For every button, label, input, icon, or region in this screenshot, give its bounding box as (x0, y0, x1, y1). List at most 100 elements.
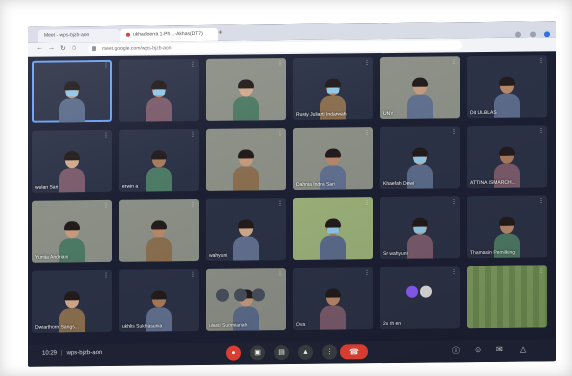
tile-more-icon[interactable]: ⋮ (538, 57, 544, 64)
tile-more-icon[interactable]: ⋮ (103, 272, 109, 279)
participant-hair (151, 150, 167, 160)
tab-meet-label: Meet - wps-bjzb-aon (44, 32, 90, 39)
participant-tile[interactable]: ⋮ Sr wahyuni (380, 196, 460, 260)
participant-tile[interactable]: ⋮ wulan Sari (32, 129, 112, 193)
tile-more-icon[interactable]: ⋮ (538, 127, 544, 134)
tile-more-icon[interactable]: ⋮ (451, 198, 457, 205)
participant-video (494, 76, 520, 118)
url-field[interactable]: meet.google.com/wps-bjzb-aon (88, 40, 462, 55)
tile-more-icon[interactable]: ⋮ (190, 131, 196, 138)
participant-body (233, 96, 259, 121)
camera-icon[interactable]: ▣ (250, 345, 265, 361)
captions-icon[interactable]: ▤ (274, 345, 289, 361)
tile-more-icon[interactable]: ⋮ (451, 58, 457, 65)
more-vert-icon[interactable]: ⋮ (322, 344, 337, 360)
participant-tile[interactable]: ⋮ (467, 265, 547, 329)
participant-tile[interactable]: ⋮ ukhlis Sukhasunia (119, 268, 199, 332)
lock-icon (92, 46, 96, 52)
participant-tile[interactable]: ⋮ 2x rh en (380, 266, 460, 330)
tile-more-icon[interactable]: ⋮ (277, 200, 283, 207)
mic-off-icon[interactable]: ● (226, 345, 241, 361)
participant-tile[interactable]: ⋮ ulasti Suomianah (206, 268, 286, 331)
participant-video (407, 217, 433, 259)
participant-hair (499, 146, 515, 156)
back-icon[interactable]: ← (36, 45, 43, 52)
tile-hover-controls (216, 288, 270, 307)
reload-icon[interactable]: ↻ (60, 44, 66, 52)
tile-more-icon[interactable]: ⋮ (190, 201, 196, 208)
tile-more-icon[interactable]: ⋮ (277, 270, 283, 277)
participant-body (494, 93, 520, 118)
mute-icon[interactable] (234, 288, 247, 302)
info-icon[interactable]: ⓘ (452, 345, 460, 356)
participant-tile[interactable]: ⋮ Ova (293, 267, 373, 330)
pin-icon[interactable] (216, 288, 229, 302)
participant-body (320, 305, 346, 330)
tile-more-icon[interactable]: ⋮ (451, 128, 457, 135)
participant-hair (64, 291, 80, 301)
tab-meet[interactable]: Meet - wps-bjzb-aon (38, 28, 120, 43)
participant-name: Rusty Juliarti Indarwah (296, 111, 347, 118)
participant-tile[interactable]: ⋮ ATTINA ISMARCH... (467, 125, 547, 189)
activities-icon[interactable]: △ (520, 345, 526, 354)
tile-more-icon[interactable]: ⋮ (538, 197, 544, 204)
tile-more-icon[interactable]: ⋮ (364, 269, 370, 276)
tile-more-icon[interactable]: ⋮ (364, 199, 370, 206)
tab-second[interactable]: ukhadoerra 1-Ph...-Akhas(DT7) (120, 27, 218, 42)
participant-hair (412, 77, 428, 87)
new-tab-icon[interactable]: + (218, 28, 223, 37)
participant-name: Yunita Andriani (35, 254, 69, 261)
tile-more-icon[interactable]: ⋮ (277, 60, 283, 67)
meeting-code: wps-bjzb-aon (66, 349, 103, 357)
participant-body (146, 237, 172, 262)
forward-icon[interactable]: → (48, 44, 55, 51)
home-icon[interactable]: ⌂ (72, 44, 76, 51)
participant-tile[interactable]: ⋮ (32, 59, 112, 123)
people-icon[interactable]: ☺ (474, 345, 482, 354)
participant-tile[interactable]: ⋮ (206, 128, 286, 191)
tile-more-icon[interactable]: ⋮ (538, 267, 544, 274)
participant-hair (64, 81, 80, 91)
participant-tile[interactable]: ⋮ (206, 58, 286, 121)
participant-tile[interactable]: ⋮ wahyuni (206, 198, 286, 261)
meeting-info-separator: | (61, 350, 63, 357)
participant-tile[interactable]: ⋮ (293, 197, 373, 260)
participant-tile[interactable]: ⋮ Dahnia Indra Sari (293, 127, 373, 190)
participant-tile[interactable]: ⋮ Yunita Andriani (32, 199, 112, 263)
participant-hair (325, 78, 341, 88)
tile-more-icon[interactable]: ⋮ (364, 59, 370, 66)
participant-tile[interactable]: ⋮ Thamasin Pemilking (467, 195, 547, 259)
participant-tile[interactable]: ⋮ Khaefah Dewi (380, 126, 460, 190)
photo-frame: Meet - wps-bjzb-aon ukhadoerra 1-Ph...-A… (0, 0, 572, 376)
present-icon[interactable]: ▲ (298, 344, 313, 360)
participant-body (233, 166, 259, 191)
participant-hair (412, 147, 428, 157)
participant-tile[interactable]: ⋮ Dit ULBLAS (467, 55, 547, 119)
tile-more-icon[interactable]: ⋮ (451, 268, 457, 275)
participant-tile[interactable]: ⋮ (119, 198, 199, 262)
tile-more-icon[interactable]: ⋮ (277, 130, 283, 137)
tile-more-icon[interactable]: ⋮ (103, 132, 109, 139)
tile-more-icon[interactable]: ⋮ (364, 129, 370, 136)
participant-name: Dahnia Indra Sari (296, 181, 335, 188)
chat-icon[interactable]: ✉ (496, 345, 503, 354)
participant-hair (64, 221, 80, 231)
participant-tile[interactable]: ⋮ UNY (380, 56, 460, 120)
tile-more-icon[interactable]: ⋮ (103, 62, 109, 69)
tile-more-icon[interactable]: ⋮ (103, 202, 109, 209)
participant-tile[interactable]: ⋮ (119, 58, 199, 122)
participant-tile[interactable]: ⋮ erwin a (119, 128, 199, 192)
tile-more-icon[interactable]: ⋮ (190, 271, 196, 278)
participant-name: ukhlis Sukhasunia (122, 323, 163, 330)
remove-icon[interactable] (252, 288, 265, 302)
participant-tile[interactable]: ⋮ Dwiarthorn Sangs... (32, 269, 112, 333)
end-call-icon[interactable]: ☎ (340, 344, 368, 360)
participant-tile[interactable]: ⋮ Rusty Juliarti Indarwah (293, 57, 373, 120)
tile-more-icon[interactable]: ⋮ (190, 61, 196, 68)
tab-second-label: ukhadoerra 1-Ph...-Akhas(DT7) (133, 30, 203, 38)
participant-video (233, 219, 259, 261)
participant-hair (151, 220, 167, 230)
participant-name: Khaefah Dewi (383, 180, 415, 188)
participant-body (407, 234, 433, 259)
avatar (420, 285, 432, 298)
